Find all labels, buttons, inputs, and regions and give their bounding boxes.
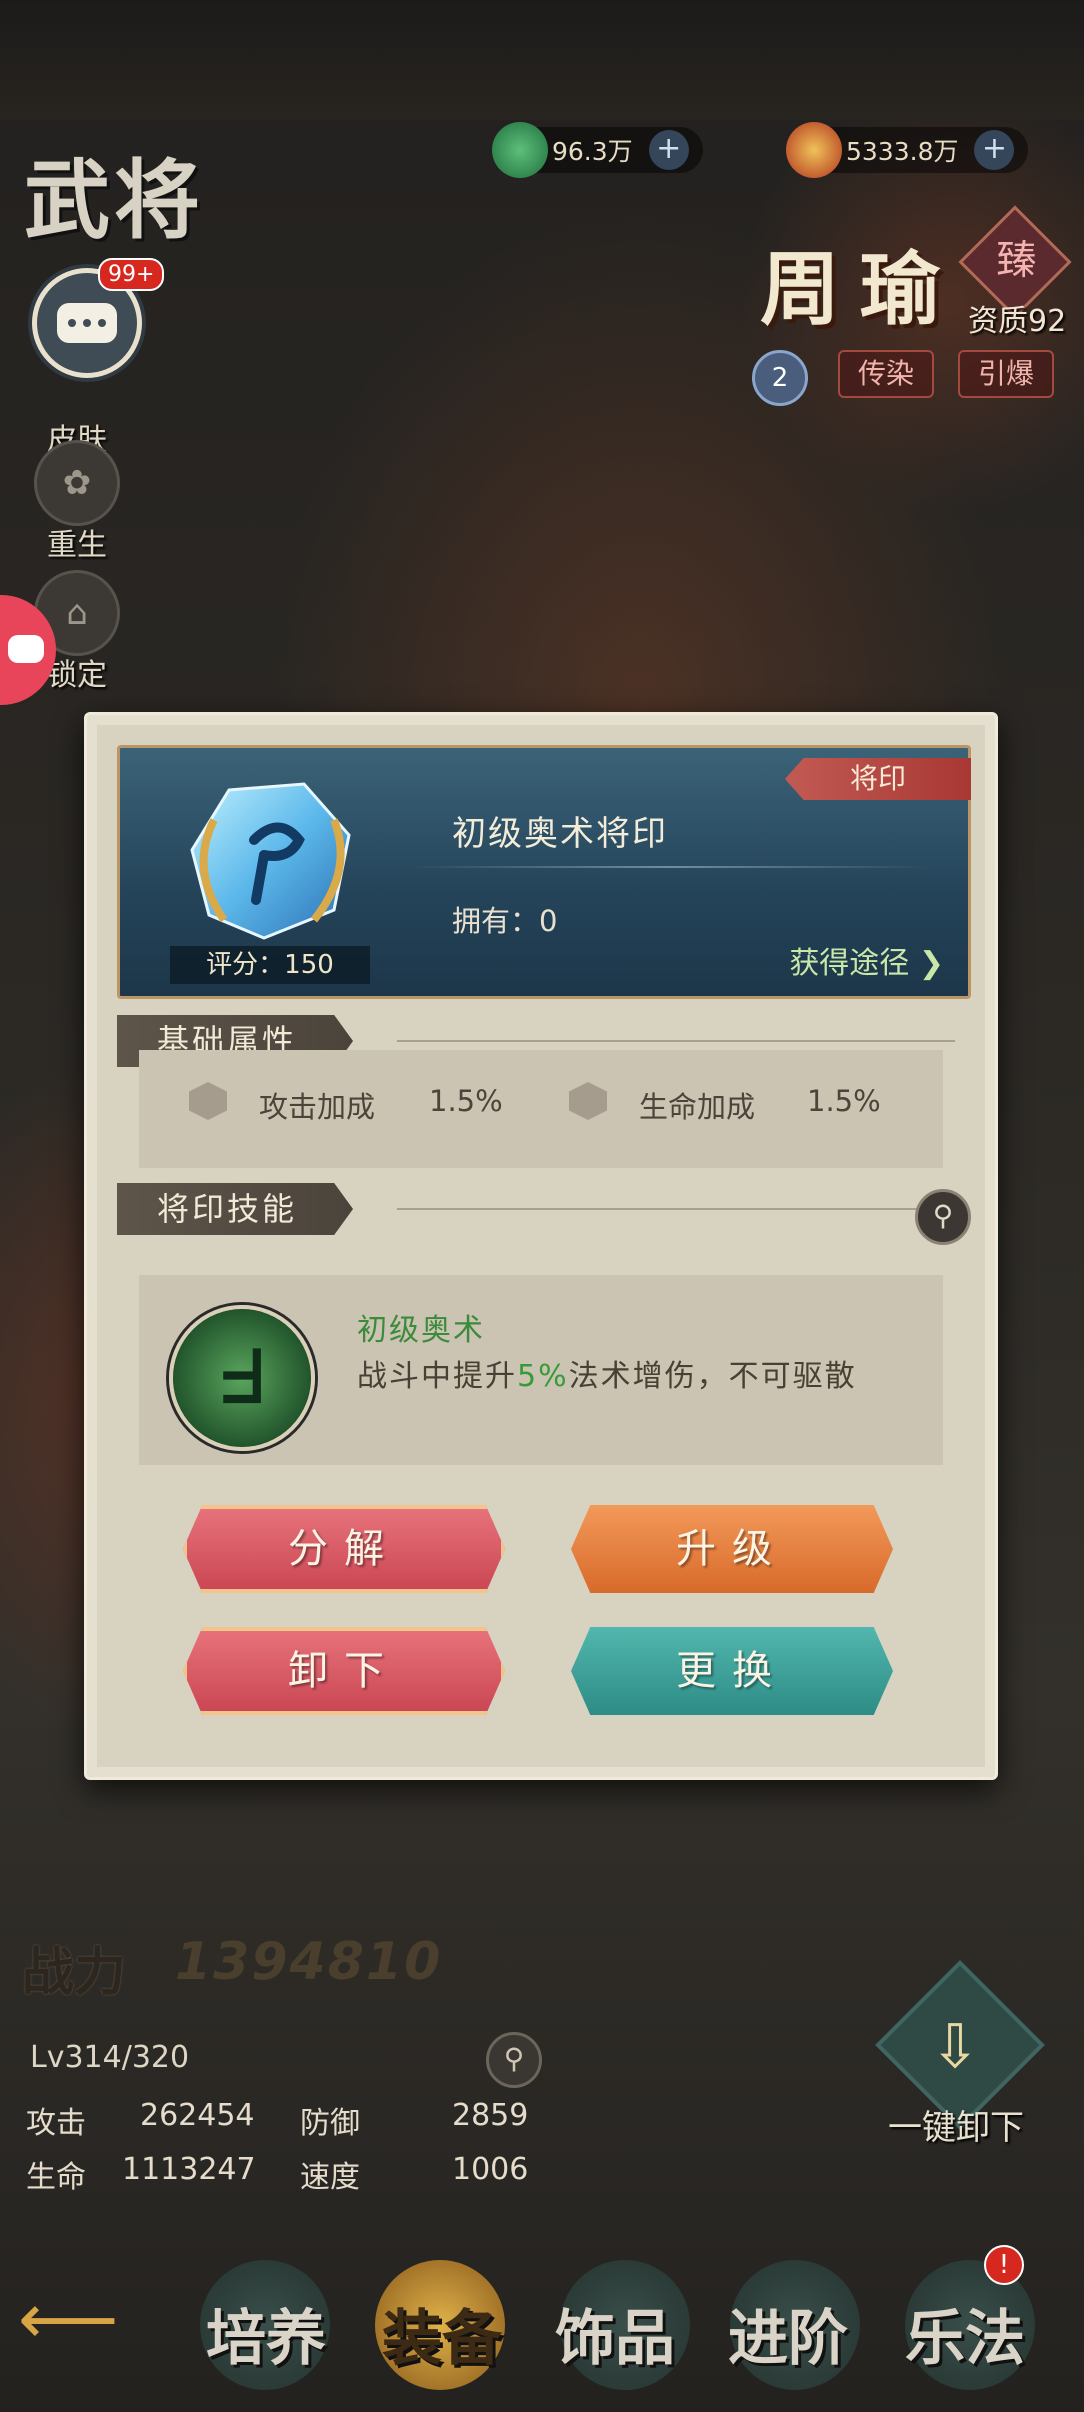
chat-badge: 99+ bbox=[98, 258, 165, 291]
gold-coin-icon bbox=[786, 122, 842, 178]
hero-level: Lv314/320 bbox=[30, 2040, 190, 2075]
decompose-button[interactable]: 分解 bbox=[183, 1505, 505, 1593]
currency-jade: 96.3万 + bbox=[492, 118, 703, 182]
gamepad-icon bbox=[8, 635, 44, 663]
defense-value: 2859 bbox=[452, 2098, 529, 2133]
seal-gem-icon bbox=[190, 782, 351, 940]
stats-detail-button[interactable]: ⚲ bbox=[486, 2032, 542, 2088]
attack-label: 攻击 bbox=[26, 2106, 86, 2141]
lotus-icon: ✿ bbox=[34, 440, 120, 526]
owned-count: 拥有：0 bbox=[452, 904, 558, 938]
hero-quality: 资质92 bbox=[968, 304, 1067, 339]
base-attr-panel: 攻击加成 1.5% 生命加成 1.5% bbox=[139, 1050, 943, 1168]
attr-name: 生命加成 bbox=[639, 1090, 756, 1124]
hero-tag: 引爆 bbox=[958, 350, 1055, 398]
category-tag: 将印 bbox=[785, 758, 971, 800]
unequip-all-label: 一键卸下 bbox=[888, 2108, 1024, 2148]
skill-panel: ᖵ 初级奥术 战斗中提升5%法术增伤，不可驱散 bbox=[139, 1275, 943, 1465]
obtain-route-link[interactable]: 获得途径 ❯ bbox=[789, 938, 944, 982]
skill-desc-text: 法术增伤，不可驱散 bbox=[568, 1359, 857, 1394]
nav-tab-music[interactable]: 乐法 bbox=[905, 2290, 1025, 2377]
power-value: 1394810 bbox=[175, 1932, 443, 1992]
nav-tab-advance[interactable]: 进阶 bbox=[728, 2290, 848, 2377]
currency-value: 96.3万 bbox=[552, 137, 633, 166]
skill-header: 将印技能 bbox=[117, 1183, 965, 1239]
divider bbox=[397, 1208, 955, 1210]
unequip-button[interactable]: 卸下 bbox=[183, 1627, 505, 1715]
power-label: 战力 bbox=[22, 1942, 127, 2003]
attr-value: 1.5% bbox=[429, 1084, 503, 1118]
attack-value: 262454 bbox=[140, 2098, 255, 2133]
replace-button[interactable]: 更换 bbox=[571, 1627, 893, 1715]
nav-tab-accessory[interactable]: 饰品 bbox=[555, 2290, 675, 2377]
attack-bonus-icon bbox=[189, 1082, 227, 1120]
defense-label: 防御 bbox=[300, 2106, 360, 2141]
notification-dot: ! bbox=[984, 2245, 1024, 2285]
speed-label: 速度 bbox=[300, 2160, 360, 2195]
download-arrow-icon: ⇩ bbox=[930, 2012, 981, 2082]
add-jade-button[interactable]: + bbox=[648, 130, 689, 170]
zoom-icon[interactable]: ⚲ bbox=[915, 1189, 971, 1245]
chevron-right-icon: ❯ bbox=[909, 946, 944, 981]
currency-value: 5333.8万 bbox=[846, 137, 959, 166]
divider bbox=[397, 1040, 955, 1042]
hp-value: 1113247 bbox=[122, 2152, 256, 2187]
skill-desc-highlight: 5% bbox=[517, 1359, 569, 1394]
star-level-badge: 2 bbox=[752, 350, 808, 406]
speed-value: 1006 bbox=[452, 2152, 529, 2187]
hero-name: 周瑜 bbox=[760, 242, 960, 336]
rarity-text: 臻 bbox=[996, 237, 1037, 284]
nav-tab-cultivate[interactable]: 培养 bbox=[206, 2290, 326, 2377]
hero-tag: 传染 bbox=[838, 350, 935, 398]
upgrade-button[interactable]: 升级 bbox=[571, 1505, 893, 1593]
sidebar-item-rebirth[interactable]: ✿ 重生 bbox=[22, 440, 132, 564]
section-title: 将印技能 bbox=[117, 1183, 354, 1235]
score-label: 评分：150 bbox=[170, 946, 370, 984]
seal-detail-dialog: 将印 评分：150 初级奥术将印 拥有：0 获得途径 ❯ 基础属性 攻击加成 1… bbox=[84, 712, 998, 1780]
status-bar-area bbox=[0, 0, 1084, 120]
nav-tab-equipment[interactable]: 装备 bbox=[382, 2290, 502, 2377]
add-gold-button[interactable]: + bbox=[974, 130, 1015, 170]
jade-coin-icon bbox=[492, 122, 548, 178]
attr-value: 1.5% bbox=[807, 1084, 881, 1118]
arcane-skill-icon: ᖵ bbox=[169, 1305, 315, 1451]
attr-name: 攻击加成 bbox=[259, 1090, 376, 1124]
page-title: 武将 bbox=[24, 150, 204, 251]
back-arrow-icon[interactable]: ⟵ bbox=[18, 2278, 118, 2360]
seal-card: 将印 评分：150 初级奥术将印 拥有：0 获得途径 ❯ bbox=[117, 745, 971, 999]
obtain-route-label: 获得途径 bbox=[789, 946, 910, 981]
hp-label: 生命 bbox=[26, 2160, 86, 2195]
seal-name: 初级奥术将印 bbox=[452, 814, 668, 854]
skill-desc-text: 战斗中提升 bbox=[357, 1359, 517, 1394]
sidebar-item-label: 重生 bbox=[47, 528, 107, 563]
currency-gold: 5333.8万 + bbox=[786, 118, 1029, 182]
hp-bonus-icon bbox=[569, 1082, 607, 1120]
divider bbox=[410, 866, 930, 868]
skill-description: 战斗中提升5%法术增伤，不可驱散 bbox=[357, 1351, 857, 1395]
skill-name: 初级奥术 bbox=[357, 1313, 485, 1348]
